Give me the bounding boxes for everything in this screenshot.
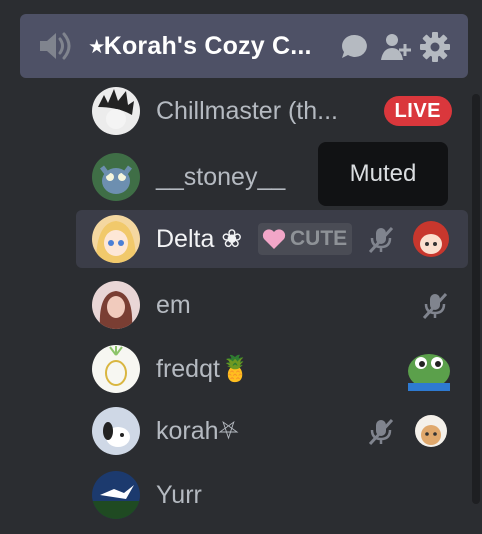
username: em (156, 291, 191, 319)
avatar (92, 215, 140, 263)
heart-icon (262, 229, 286, 249)
avatar (92, 407, 140, 455)
pepe-emoji-icon (408, 354, 450, 391)
bear-sticker-icon (415, 415, 447, 447)
voice-user-row[interactable]: korah⛧ (76, 402, 468, 460)
username: Chillmaster (th... (156, 97, 338, 125)
muted-tooltip: Muted (318, 142, 448, 206)
avatar (92, 471, 140, 519)
username: fredqt🍍 (156, 355, 252, 383)
voice-user-row-selected[interactable]: Delta ❀ CUTE (76, 210, 468, 268)
avatar (92, 345, 140, 393)
username: korah⛧ (156, 417, 239, 445)
voice-user-row[interactable]: em (76, 276, 468, 334)
voice-user-row[interactable]: Yurr (76, 466, 468, 524)
channel-name: ⭑Korah's Cozy C... (90, 32, 312, 60)
avatar (92, 281, 140, 329)
muted-mic-icon (368, 226, 394, 254)
custom-tag: CUTE (258, 223, 352, 255)
username: __stoney__ (156, 163, 286, 191)
invite-user-icon[interactable] (380, 32, 412, 62)
scrollbar[interactable] (472, 94, 480, 504)
username: Delta ❀ (156, 225, 243, 253)
gear-icon[interactable] (420, 32, 450, 62)
chat-bubble-icon[interactable] (340, 32, 370, 62)
username: Yurr (156, 481, 202, 509)
muted-mic-icon (368, 418, 394, 446)
avatar (92, 153, 140, 201)
voice-user-row[interactable]: fredqt🍍 (76, 340, 468, 398)
speaker-icon (40, 32, 71, 60)
muted-mic-icon (422, 292, 448, 320)
voice-channel-header[interactable]: ⭑Korah's Cozy C... (20, 14, 468, 78)
live-badge: LIVE (383, 96, 452, 126)
avatar-sticker-icon (413, 221, 449, 257)
avatar (92, 87, 140, 135)
voice-user-row[interactable]: Chillmaster (th... LIVE (76, 82, 468, 140)
